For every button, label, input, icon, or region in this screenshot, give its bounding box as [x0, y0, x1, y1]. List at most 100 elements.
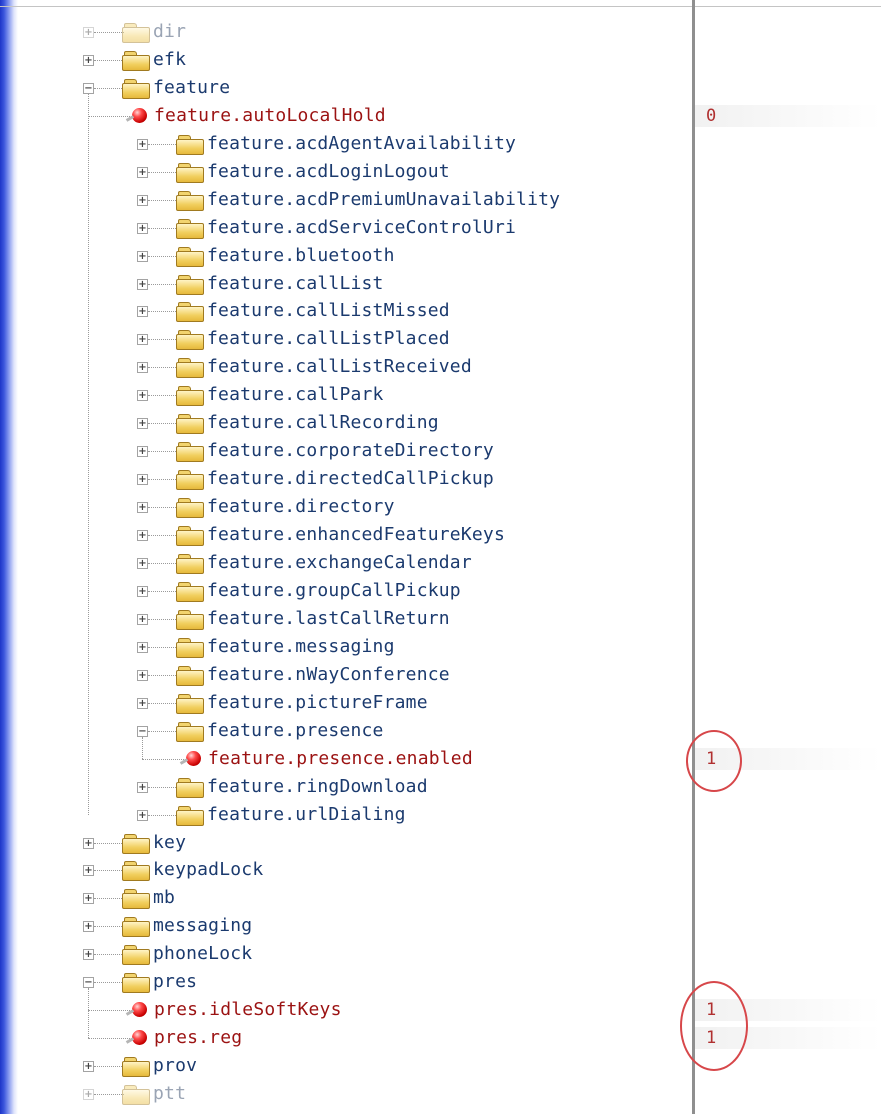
- folder-icon: [176, 721, 204, 742]
- tree-item-label: feature.callListReceived: [207, 356, 472, 378]
- expand-icon[interactable]: +: [83, 1089, 94, 1101]
- expand-icon[interactable]: +: [137, 166, 148, 178]
- expand-icon[interactable]: +: [137, 697, 148, 709]
- expand-icon[interactable]: +: [137, 334, 148, 346]
- folder-body: [176, 278, 204, 295]
- folder-body: [176, 641, 204, 658]
- folder-body: [122, 949, 150, 966]
- tree-item-label: feature.directedCallPickup: [207, 468, 494, 490]
- expand-icon[interactable]: +: [137, 669, 148, 681]
- expand-icon[interactable]: +: [137, 222, 148, 234]
- tree-item-label: feature.bluetooth: [207, 244, 395, 266]
- folder-body: [122, 837, 150, 854]
- tree-connector-horizontal: [148, 255, 178, 257]
- tree-connector-horizontal: [94, 898, 124, 900]
- tree-item-label: feature.urlDialing: [207, 803, 406, 825]
- folder-icon: [122, 22, 150, 43]
- expand-icon[interactable]: +: [137, 306, 148, 318]
- expand-icon[interactable]: +: [137, 278, 148, 290]
- folder-icon: [176, 385, 204, 407]
- tree-connector-horizontal: [88, 115, 132, 117]
- expand-icon[interactable]: +: [83, 949, 94, 961]
- collapse-icon[interactable]: −: [83, 82, 94, 94]
- expand-icon[interactable]: +: [137, 138, 148, 150]
- expand-icon[interactable]: +: [83, 26, 94, 38]
- tree-item-label: feature.callPark: [207, 384, 384, 406]
- tree-connector-horizontal: [148, 395, 178, 397]
- parameter-icon: [125, 1030, 147, 1046]
- folder-icon: [176, 413, 204, 435]
- tree-item-label: feature.ringDownload: [207, 775, 428, 797]
- folder-icon: [122, 1056, 150, 1078]
- tree-item-label: feature.presence: [207, 719, 384, 741]
- expand-icon[interactable]: +: [83, 837, 94, 849]
- tree-connector-horizontal: [148, 507, 178, 509]
- tree-connector-horizontal: [148, 423, 178, 425]
- tree-item-label: keypadLock: [153, 859, 264, 881]
- expand-icon[interactable]: +: [137, 781, 148, 793]
- tree-connector-horizontal: [148, 171, 178, 173]
- folder-body: [176, 697, 204, 714]
- folder-icon: [122, 916, 150, 938]
- folder-body: [176, 669, 204, 686]
- folder-icon: [176, 134, 204, 155]
- tree-item-label: pres: [153, 971, 198, 993]
- expand-icon[interactable]: +: [137, 530, 148, 542]
- tree-connector-horizontal: [148, 227, 178, 229]
- tree-connector-vertical: [142, 736, 143, 759]
- tree-connector-horizontal: [148, 702, 178, 704]
- expand-icon[interactable]: +: [83, 921, 94, 933]
- expand-icon[interactable]: +: [137, 585, 148, 597]
- folder-icon: [122, 833, 150, 854]
- expand-icon[interactable]: +: [137, 390, 148, 402]
- expand-icon[interactable]: +: [137, 250, 148, 262]
- collapse-icon[interactable]: −: [137, 725, 148, 737]
- expand-icon[interactable]: +: [137, 641, 148, 653]
- expand-icon[interactable]: +: [137, 558, 148, 570]
- folder-body: [122, 1089, 150, 1106]
- tree-item-label: feature.nWayConference: [207, 663, 450, 685]
- parameter-value[interactable]: 0: [706, 105, 716, 127]
- folder-body: [176, 418, 204, 435]
- expand-icon[interactable]: +: [83, 865, 94, 877]
- expand-icon[interactable]: +: [137, 474, 148, 486]
- column-separator[interactable]: [692, 0, 695, 1114]
- tree-connector-horizontal: [148, 199, 178, 201]
- expand-icon[interactable]: +: [83, 54, 94, 66]
- expand-icon[interactable]: +: [83, 1061, 94, 1073]
- folder-icon: [176, 581, 204, 602]
- folder-body: [176, 585, 204, 602]
- folder-body: [176, 530, 204, 547]
- folder-body: [176, 613, 204, 630]
- tree-connector-horizontal: [94, 926, 124, 928]
- collapse-icon[interactable]: −: [83, 977, 94, 989]
- folder-icon: [176, 218, 204, 239]
- folder-body: [122, 1061, 150, 1078]
- folder-body: [176, 222, 204, 239]
- expand-icon[interactable]: +: [137, 446, 148, 458]
- tree-item-label: messaging: [153, 915, 253, 937]
- tree-connector-horizontal: [94, 87, 124, 89]
- tree-connector-horizontal: [148, 674, 178, 676]
- tree-connector-horizontal: [94, 59, 124, 61]
- tree-connector-horizontal: [148, 283, 178, 285]
- folder-icon: [176, 441, 204, 463]
- expand-icon[interactable]: +: [137, 194, 148, 206]
- tree-item-label: feature.exchangeCalendar: [207, 552, 472, 574]
- tree-connector-horizontal: [94, 982, 124, 984]
- expand-icon[interactable]: +: [137, 362, 148, 374]
- expand-icon[interactable]: +: [137, 809, 148, 821]
- tree-connector-horizontal: [148, 590, 178, 592]
- expand-icon[interactable]: +: [137, 418, 148, 430]
- expand-icon[interactable]: +: [83, 893, 94, 905]
- expand-icon[interactable]: +: [137, 613, 148, 625]
- expand-icon[interactable]: +: [137, 502, 148, 514]
- folder-icon: [176, 665, 204, 686]
- tree-connector-horizontal: [148, 143, 178, 145]
- tree-item-label: feature.presence.enabled: [208, 747, 473, 769]
- tree-item-label: pres.idleSoftKeys: [154, 999, 342, 1021]
- tree-item-label: feature.corporateDirectory: [207, 440, 494, 462]
- folder-icon: [176, 190, 204, 211]
- folder-body: [176, 558, 204, 575]
- folder-body: [176, 446, 204, 463]
